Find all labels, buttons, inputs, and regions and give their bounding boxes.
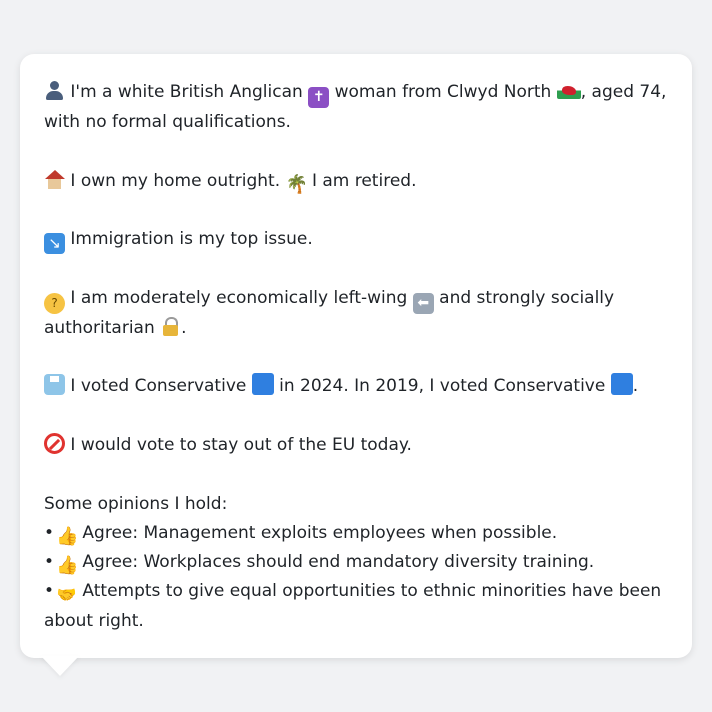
prohibited-icon: [44, 432, 65, 454]
voting-paragraph: I voted Conservative in 2024. In 2019, I…: [44, 372, 668, 401]
latin-cross-icon: ✝: [308, 87, 330, 108]
left-arrow-icon: ⬅: [412, 292, 434, 314]
opinion-item: • 👍 Agree: Management exploits employees …: [44, 519, 668, 548]
opinion-text: Attempts to give equal opportunities to …: [44, 581, 662, 631]
voting-text-2: in 2024. In 2019, I voted Conservative: [279, 376, 606, 397]
eu-paragraph: I would vote to stay out of the EU today…: [44, 431, 668, 460]
thumbs-up-icon: 👍: [56, 525, 79, 547]
identity-paragraph: I'm a white British Anglican ✝ woman fro…: [44, 78, 668, 137]
thumbs-up-icon: 👍: [56, 555, 79, 577]
opinions-heading: Some opinions I hold:: [44, 493, 228, 514]
immigration-arrow-icon: ↘: [44, 233, 65, 255]
housing-paragraph: I own my home outright. 🌴 I am retired.: [44, 167, 668, 196]
housing-text: I own my home outright.: [70, 170, 281, 191]
top-issue-text: Immigration is my top issue.: [70, 229, 313, 250]
thinking-face-icon: ?: [44, 292, 65, 314]
bullet: •: [44, 552, 55, 573]
retired-text: I am retired.: [311, 170, 417, 191]
opinion-item: • 🤝 Attempts to give equal opportunities …: [44, 577, 668, 636]
palm-tree-icon: 🌴: [285, 173, 308, 195]
opinion-item: • 👍 Agree: Workplaces should end mandator…: [44, 548, 668, 577]
voting-text-3: .: [632, 376, 639, 397]
identity-text-2: woman from Clwyd North: [334, 82, 552, 102]
eu-text: I would vote to stay out of the EU today…: [70, 434, 412, 455]
bullet: •: [44, 581, 55, 602]
bubble-tail: [41, 656, 79, 676]
ideology-text-3: .: [181, 317, 187, 338]
opinion-text: Agree: Management exploits employees whe…: [82, 522, 558, 543]
ideology-paragraph: ? I am moderately economically left-wing…: [44, 284, 668, 343]
bullet: •: [44, 522, 55, 543]
ideology-text-1: I am moderately economically left-wing: [70, 287, 408, 308]
person-icon: [44, 80, 65, 101]
lock-icon: [160, 316, 181, 337]
ballot-box-icon: [44, 374, 65, 396]
wales-flag-icon: [556, 82, 581, 99]
blue-square-icon: [610, 373, 633, 396]
opinion-text: Agree: Workplaces should end mandatory d…: [82, 552, 595, 573]
handshake-icon: 🤝: [56, 585, 77, 605]
blue-square-icon: [251, 373, 274, 396]
message-bubble: I'm a white British Anglican ✝ woman fro…: [20, 54, 692, 658]
voting-text-1: I voted Conservative: [70, 376, 247, 397]
house-icon: [44, 169, 65, 190]
identity-text-1: I'm a white British Anglican: [70, 82, 303, 102]
top-issue-paragraph: ↘ Immigration is my top issue.: [44, 225, 668, 255]
